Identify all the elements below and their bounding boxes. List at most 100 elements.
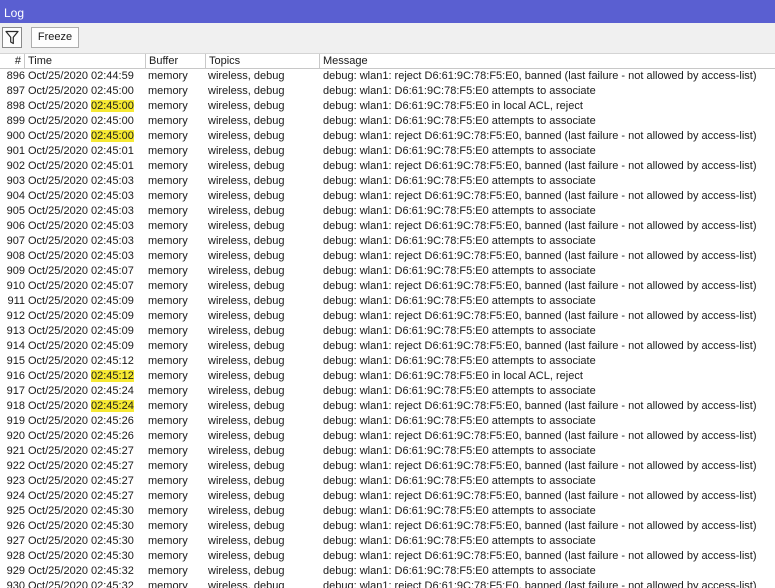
- table-header: # Time Buffer Topics Message: [0, 54, 775, 69]
- row-topics: wireless, debug: [208, 430, 285, 442]
- table-row[interactable]: 917 Oct/25/2020 02:45:24 memory wireless, d…: [0, 384, 775, 399]
- row-number: 909: [6, 265, 25, 277]
- row-buffer: memory: [148, 445, 188, 457]
- table-row[interactable]: 898 Oct/25/2020 02:45:00 memory wireless, d…: [0, 99, 775, 114]
- row-topics: wireless, debug: [208, 355, 285, 367]
- row-time: Oct/25/2020 02:45:03: [28, 189, 144, 204]
- row-topics: wireless, debug: [208, 280, 285, 292]
- table-row[interactable]: 903 Oct/25/2020 02:45:03 memory wireless, d…: [0, 174, 775, 189]
- table-row[interactable]: 909 Oct/25/2020 02:45:07 memory wireless, d…: [0, 264, 775, 279]
- table-row[interactable]: 899 Oct/25/2020 02:45:00 memory wireless, d…: [0, 114, 775, 129]
- row-topics: wireless, debug: [208, 250, 285, 262]
- table-row[interactable]: 913 Oct/25/2020 02:45:09 memory wireless, d…: [0, 324, 775, 339]
- table-row[interactable]: 920 Oct/25/2020 02:45:26 memory wireless, d…: [0, 429, 775, 444]
- table-row[interactable]: 925 Oct/25/2020 02:45:30 memory wireless, d…: [0, 504, 775, 519]
- row-topics: wireless, debug: [208, 325, 285, 337]
- row-date: Oct/25/2020: [28, 250, 88, 262]
- row-date: Oct/25/2020: [28, 415, 88, 427]
- row-date: Oct/25/2020: [28, 265, 88, 277]
- column-header-topics[interactable]: Topics: [206, 54, 320, 68]
- row-topics: wireless, debug: [208, 70, 285, 82]
- toolbar: Freeze: [0, 23, 775, 54]
- table-row[interactable]: 911 Oct/25/2020 02:45:09 memory wireless, d…: [0, 294, 775, 309]
- column-header-message[interactable]: Message: [320, 54, 775, 68]
- row-message: debug: wlan1: D6:61:9C:78:F5:E0 attempts…: [323, 475, 596, 487]
- row-date: Oct/25/2020: [28, 160, 88, 172]
- table-row[interactable]: 910 Oct/25/2020 02:45:07 memory wireless, d…: [0, 279, 775, 294]
- table-row[interactable]: 924 Oct/25/2020 02:45:27 memory wireless, d…: [0, 489, 775, 504]
- table-row[interactable]: 916 Oct/25/2020 02:45:12 memory wireless, d…: [0, 369, 775, 384]
- column-header-time[interactable]: Time: [25, 54, 146, 68]
- table-row[interactable]: 919 Oct/25/2020 02:45:26 memory wireless, d…: [0, 414, 775, 429]
- row-time: Oct/25/2020 02:45:30: [28, 519, 144, 534]
- table-row[interactable]: 928 Oct/25/2020 02:45:30 memory wireless, d…: [0, 549, 775, 564]
- row-topics: wireless, debug: [208, 565, 285, 577]
- row-buffer: memory: [148, 310, 188, 322]
- table-row[interactable]: 900 Oct/25/2020 02:45:00 memory wireless, d…: [0, 129, 775, 144]
- table-row[interactable]: 902 Oct/25/2020 02:45:01 memory wireless, d…: [0, 159, 775, 174]
- table-row[interactable]: 907 Oct/25/2020 02:45:03 memory wireless, d…: [0, 234, 775, 249]
- row-message: debug: wlan1: reject D6:61:9C:78:F5:E0, …: [323, 580, 757, 588]
- table-row[interactable]: 915 Oct/25/2020 02:45:12 memory wireless, d…: [0, 354, 775, 369]
- table-row[interactable]: 918 Oct/25/2020 02:45:24 memory wireless, d…: [0, 399, 775, 414]
- row-time: Oct/25/2020 02:45:27: [28, 459, 144, 474]
- row-topics: wireless, debug: [208, 580, 285, 588]
- table-row[interactable]: 930 Oct/25/2020 02:45:32 memory wireless, d…: [0, 579, 775, 588]
- row-time: Oct/25/2020 02:45:00: [28, 129, 144, 144]
- table-row[interactable]: 906 Oct/25/2020 02:45:03 memory wireless, d…: [0, 219, 775, 234]
- row-clock: 02:45:09: [91, 295, 134, 307]
- column-header-number[interactable]: #: [0, 54, 25, 68]
- row-number: 903: [6, 175, 25, 187]
- row-number: 928: [6, 550, 25, 562]
- table-row[interactable]: 914 Oct/25/2020 02:45:09 memory wireless, d…: [0, 339, 775, 354]
- row-topics: wireless, debug: [208, 385, 285, 397]
- row-buffer: memory: [148, 340, 188, 352]
- row-message: debug: wlan1: reject D6:61:9C:78:F5:E0, …: [323, 280, 757, 292]
- row-clock: 02:45:24: [91, 400, 134, 412]
- row-time: Oct/25/2020 02:45:03: [28, 219, 144, 234]
- row-date: Oct/25/2020: [28, 340, 88, 352]
- table-row[interactable]: 927 Oct/25/2020 02:45:30 memory wireless, d…: [0, 534, 775, 549]
- row-topics: wireless, debug: [208, 340, 285, 352]
- table-row[interactable]: 897 Oct/25/2020 02:45:00 memory wireless, d…: [0, 84, 775, 99]
- table-row[interactable]: 923 Oct/25/2020 02:45:27 memory wireless, d…: [0, 474, 775, 489]
- table-row[interactable]: 901 Oct/25/2020 02:45:01 memory wireless, d…: [0, 144, 775, 159]
- table-row[interactable]: 926 Oct/25/2020 02:45:30 memory wireless, d…: [0, 519, 775, 534]
- row-message: debug: wlan1: D6:61:9C:78:F5:E0 attempts…: [323, 415, 596, 427]
- freeze-button[interactable]: Freeze: [31, 27, 79, 48]
- filter-button[interactable]: [2, 27, 22, 48]
- row-topics: wireless, debug: [208, 415, 285, 427]
- row-clock: 02:45:03: [91, 220, 134, 232]
- row-topics: wireless, debug: [208, 160, 285, 172]
- row-buffer: memory: [148, 235, 188, 247]
- log-table-body[interactable]: 896 Oct/25/2020 02:44:59 memory wireless, d…: [0, 69, 775, 588]
- column-header-buffer[interactable]: Buffer: [146, 54, 206, 68]
- row-buffer: memory: [148, 415, 188, 427]
- row-date: Oct/25/2020: [28, 325, 88, 337]
- table-row[interactable]: 904 Oct/25/2020 02:45:03 memory wireless, d…: [0, 189, 775, 204]
- row-buffer: memory: [148, 535, 188, 547]
- row-buffer: memory: [148, 160, 188, 172]
- table-row[interactable]: 896 Oct/25/2020 02:44:59 memory wireless, d…: [0, 69, 775, 84]
- table-row[interactable]: 929 Oct/25/2020 02:45:32 memory wireless, d…: [0, 564, 775, 579]
- row-message: debug: wlan1: reject D6:61:9C:78:F5:E0, …: [323, 520, 757, 532]
- row-topics: wireless, debug: [208, 460, 285, 472]
- row-number: 911: [7, 295, 25, 307]
- table-row[interactable]: 922 Oct/25/2020 02:45:27 memory wireless, d…: [0, 459, 775, 474]
- row-clock: 02:45:30: [91, 520, 134, 532]
- row-number: 925: [6, 505, 25, 517]
- row-time: Oct/25/2020 02:45:00: [28, 84, 144, 99]
- row-time: Oct/25/2020 02:45:27: [28, 444, 144, 459]
- row-topics: wireless, debug: [208, 310, 285, 322]
- table-row[interactable]: 905 Oct/25/2020 02:45:03 memory wireless, d…: [0, 204, 775, 219]
- row-number: 918: [6, 400, 25, 412]
- table-row[interactable]: 908 Oct/25/2020 02:45:03 memory wireless, d…: [0, 249, 775, 264]
- table-row[interactable]: 921 Oct/25/2020 02:45:27 memory wireless, d…: [0, 444, 775, 459]
- row-time: Oct/25/2020 02:45:00: [28, 99, 144, 114]
- row-number: 902: [6, 160, 25, 172]
- row-topics: wireless, debug: [208, 115, 285, 127]
- table-row[interactable]: 912 Oct/25/2020 02:45:09 memory wireless, d…: [0, 309, 775, 324]
- row-clock: 02:45:01: [91, 145, 134, 157]
- row-date: Oct/25/2020: [28, 220, 88, 232]
- row-topics: wireless, debug: [208, 370, 285, 382]
